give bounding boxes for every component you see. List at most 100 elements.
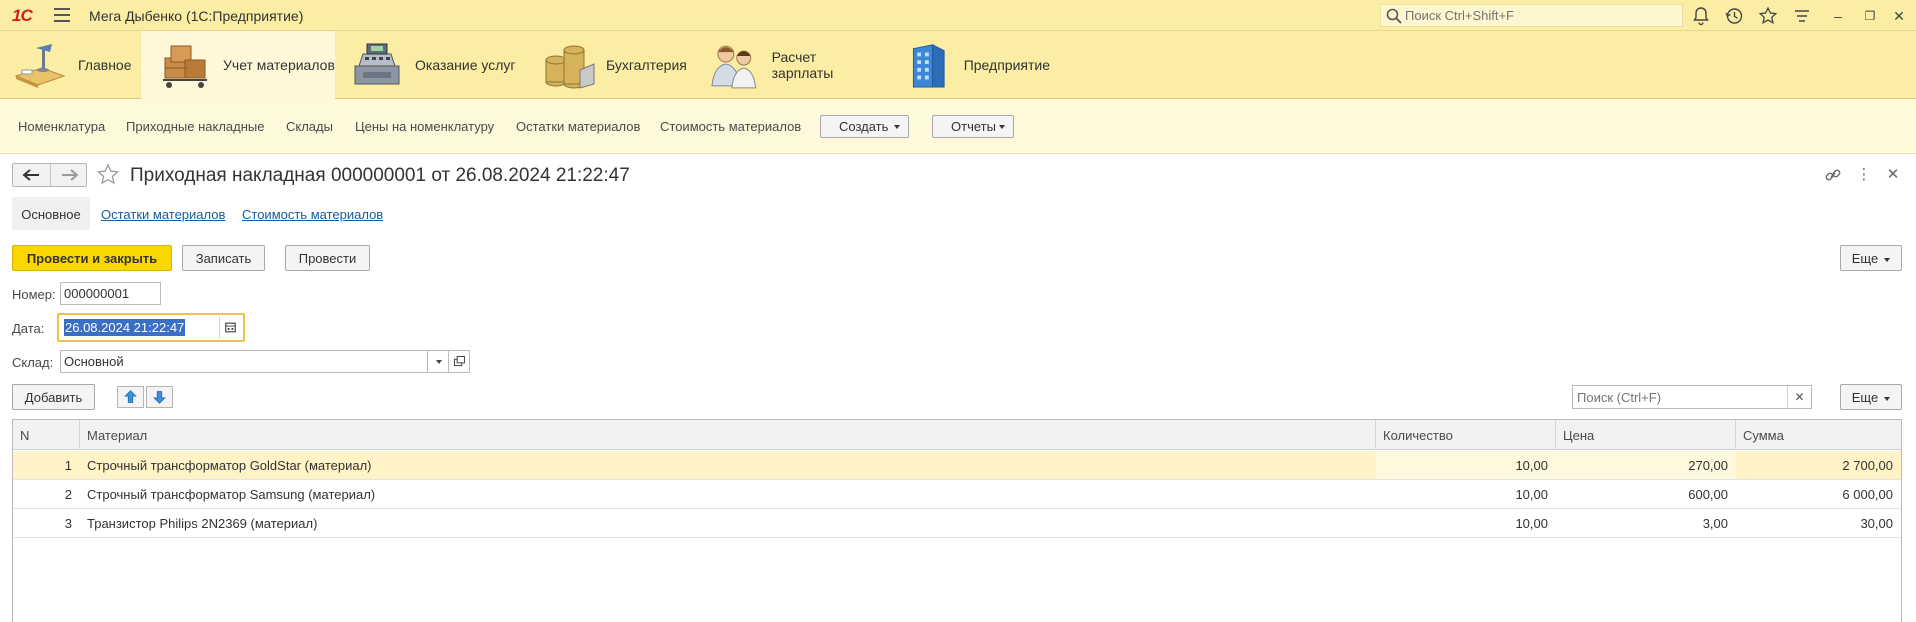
menu-icon[interactable] [54,8,70,22]
forward-icon[interactable] [51,164,88,186]
table-header: N Материал Количество Цена Сумма [13,420,1901,450]
column-n[interactable]: N [13,420,80,450]
column-sum[interactable]: Сумма [1736,420,1901,450]
calendar-icon[interactable] [219,317,241,338]
materials-table: N Материал Количество Цена Сумма 1 Строч… [12,419,1902,622]
cell-sum[interactable]: 2 700,00 [1736,451,1901,479]
history-icon[interactable] [1723,5,1745,27]
title-bar: 1С Мега Дыбенко (1С:Предприятие) – ❐ ✕ [0,0,1916,31]
home-desk-icon [14,44,66,88]
sections-panel: Главное Учет материалов Оказание услуг Б… [0,31,1916,99]
cell-price[interactable]: 3,00 [1556,509,1736,537]
table-more-button[interactable]: Еще [1840,384,1902,410]
link-warehouses[interactable]: Склады [286,119,333,134]
reports-label: Отчеты [951,119,996,134]
minimize-icon[interactable]: – [1829,7,1847,25]
section-enterprise[interactable]: Предприятие [900,31,1050,99]
table-row[interactable]: 2 Строчный трансформатор Samsung (матери… [13,480,1901,509]
building-icon [912,44,945,88]
cell-quantity[interactable]: 10,00 [1376,480,1556,508]
section-label: Расчет зарплаты [771,49,834,81]
global-search-input[interactable] [1405,7,1675,24]
more-vertical-icon[interactable]: ⋮ [1855,166,1873,184]
number-field[interactable]: 000000001 [60,282,161,305]
clear-search-icon[interactable]: ✕ [1787,386,1811,408]
link-incoming-invoices[interactable]: Приходные накладные [126,119,264,134]
open-icon[interactable] [448,350,470,373]
people-icon [711,45,757,89]
date-label: Дата: [12,321,45,336]
section-materials[interactable]: Учет материалов [141,31,335,99]
function-panel: Номенклатура Приходные накладные Склады … [0,99,1916,154]
more-label: Еще [1851,251,1879,266]
star-icon[interactable] [96,163,120,187]
cell-price[interactable]: 270,00 [1556,451,1736,479]
move-down-icon[interactable] [146,386,173,408]
section-label: Бухгалтерия [606,57,687,73]
section-main[interactable]: Главное [12,31,140,99]
add-button[interactable]: Добавить [12,384,95,410]
logo-1c: 1С [12,6,33,25]
section-payroll[interactable]: Расчет зарплаты [706,31,881,99]
column-material[interactable]: Материал [80,420,1376,450]
page-title: Приходная накладная 000000001 от 26.08.2… [130,165,630,186]
move-up-icon[interactable] [117,386,144,408]
cell-price[interactable]: 600,00 [1556,480,1736,508]
warehouse-label: Склад: [12,355,54,370]
post-button[interactable]: Провести [285,245,370,271]
settings-menu-icon[interactable] [1791,5,1813,27]
warehouse-dropdown[interactable] [427,350,449,373]
restore-icon[interactable]: ❐ [1861,7,1879,25]
cell-quantity[interactable]: 10,00 [1376,451,1556,479]
cell-sum[interactable]: 30,00 [1736,509,1901,537]
table-search[interactable]: ✕ [1572,385,1812,409]
cell-n: 2 [64,487,72,502]
section-services[interactable]: Оказание услуг [349,31,519,99]
cell-material[interactable]: Строчный трансформатор Samsung (материал… [80,480,1376,508]
tab-main[interactable]: Основное [12,197,90,230]
chevron-down-icon [1884,396,1891,401]
link-nomenclature[interactable]: Номенклатура [18,119,105,134]
more-button[interactable]: Еще [1840,245,1902,271]
create-dropdown[interactable]: Создать [820,115,909,138]
chevron-down-icon [1884,257,1891,262]
more-label: Еще [1851,390,1879,405]
bell-icon[interactable] [1690,5,1712,27]
link-material-cost[interactable]: Стоимость материалов [660,119,801,134]
section-accounting[interactable]: Бухгалтерия [540,31,690,99]
global-search[interactable] [1380,4,1683,27]
search-icon [1386,8,1402,24]
nav-buttons [12,163,87,187]
link-prices[interactable]: Цены на номенклатуру [355,119,494,134]
warehouse-field[interactable]: Основной [60,350,428,373]
table-row[interactable]: 3 Транзистор Philips 2N2369 (материал) 1… [13,509,1901,538]
cell-n: 3 [64,516,72,531]
chevron-down-icon [999,125,1005,129]
date-field[interactable]: 26.08.2024 21:22:47 [57,313,245,342]
write-button[interactable]: Записать [182,245,265,271]
cell-sum[interactable]: 6 000,00 [1736,480,1901,508]
number-label: Номер: [12,287,56,302]
cell-material[interactable]: Строчный трансформатор GoldStar (материа… [80,451,1376,479]
close-form-icon[interactable]: ✕ [1884,166,1902,184]
table-row[interactable]: 1 Строчный трансформатор GoldStar (матер… [13,451,1901,480]
post-and-close-button[interactable]: Провести и закрыть [12,245,172,271]
table-search-input[interactable] [1577,389,1782,405]
coins-icon [545,45,595,89]
tab-material-balances[interactable]: Остатки материалов [101,207,225,222]
tab-material-cost[interactable]: Стоимость материалов [242,207,383,222]
link-icon[interactable] [1824,166,1842,184]
section-label: Предприятие [963,57,1050,73]
column-price[interactable]: Цена [1556,420,1736,450]
section-label: Главное [78,57,132,73]
date-value: 26.08.2024 21:22:47 [64,319,186,336]
boxes-cart-icon [163,45,207,88]
cell-material[interactable]: Транзистор Philips 2N2369 (материал) [80,509,1376,537]
cell-quantity[interactable]: 10,00 [1376,509,1556,537]
favorites-icon[interactable] [1757,5,1779,27]
back-icon[interactable] [13,164,50,186]
reports-dropdown[interactable]: Отчеты [932,115,1014,138]
link-material-balances[interactable]: Остатки материалов [516,119,640,134]
column-quantity[interactable]: Количество [1376,420,1556,450]
close-window-icon[interactable]: ✕ [1890,7,1908,25]
